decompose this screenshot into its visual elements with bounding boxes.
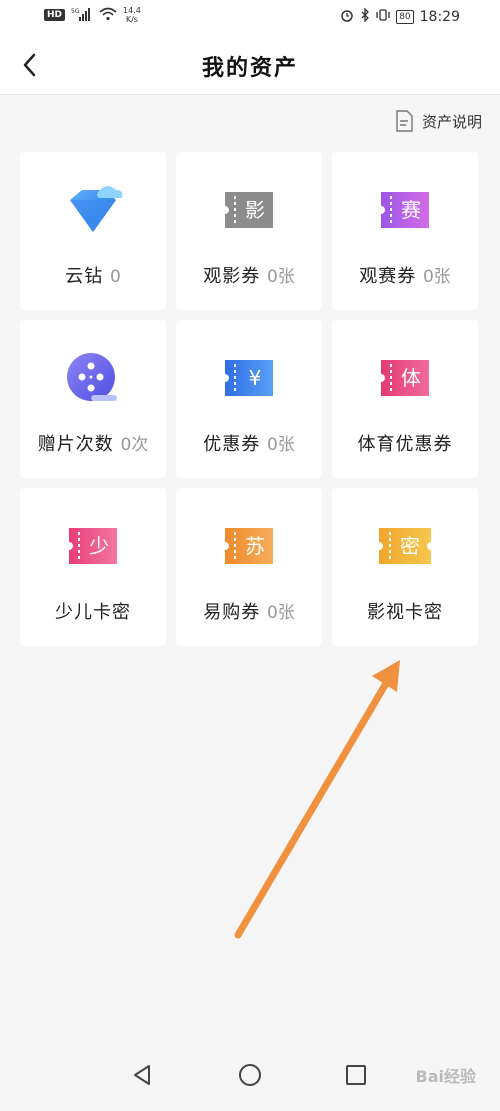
- nav-recent-button[interactable]: [344, 1063, 368, 1091]
- nav-back-button[interactable]: [130, 1063, 154, 1091]
- nav-home-button[interactable]: [238, 1063, 262, 1091]
- watermark: Bai经验: [415, 1067, 476, 1086]
- square-recent-icon: [346, 1065, 366, 1085]
- circle-home-icon: [239, 1064, 261, 1086]
- triangle-back-icon: [134, 1065, 150, 1085]
- annotation-arrow: [234, 660, 400, 939]
